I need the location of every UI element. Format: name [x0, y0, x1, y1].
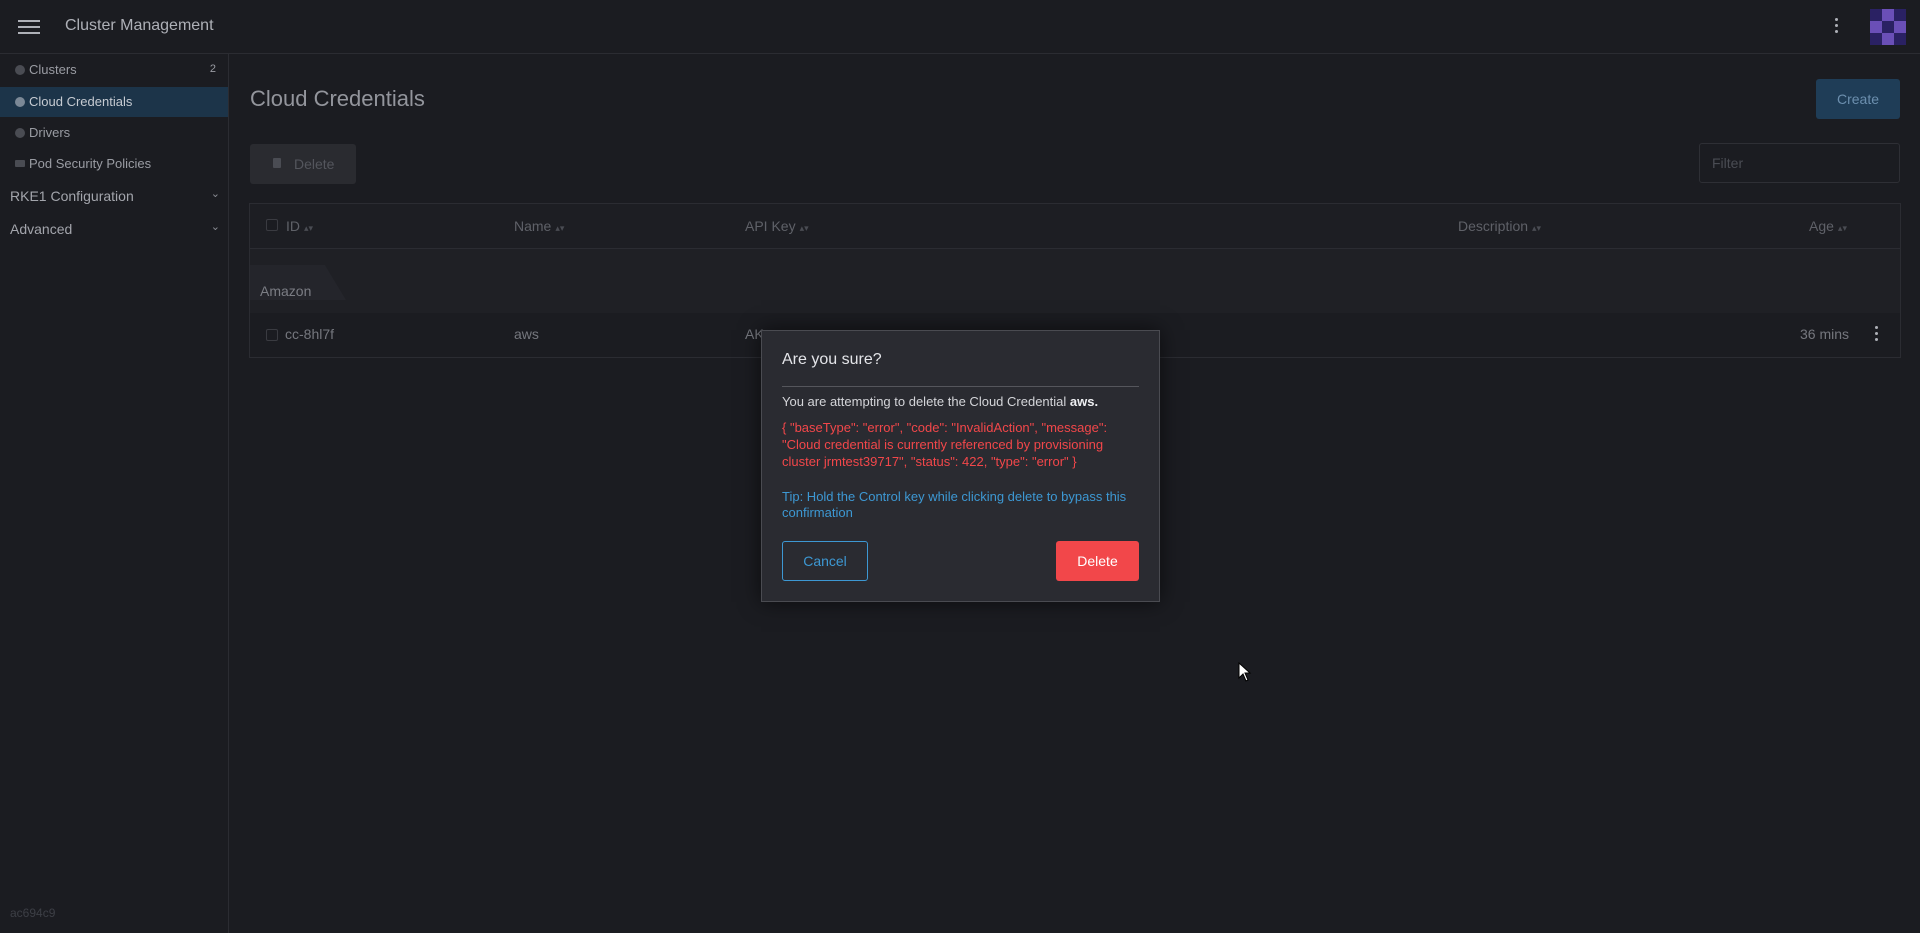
- cancel-button[interactable]: Cancel: [782, 541, 868, 581]
- cell-id[interactable]: cc-8hl7f: [285, 326, 334, 342]
- column-header-age[interactable]: Age ▴▾: [1809, 218, 1847, 234]
- page-title: Cloud Credentials: [250, 86, 425, 111]
- dialog-error-message: { "baseType": "error", "code": "InvalidA…: [782, 420, 1108, 469]
- chevron-down-icon: ⌄: [210, 221, 220, 233]
- dialog-tip: Tip: Hold the Control key while clicking…: [782, 489, 1127, 520]
- hamburger-icon[interactable]: [18, 17, 40, 37]
- bulk-delete-button[interactable]: Delete: [250, 144, 356, 184]
- sidebar-item-clusters[interactable]: Clusters 2: [0, 55, 228, 85]
- sidebar: Clusters 2 Cloud Credentials Drivers Pod…: [0, 54, 229, 933]
- bulk-delete-label: Delete: [294, 156, 335, 172]
- column-header-label: API Key: [745, 218, 796, 234]
- filter-input[interactable]: [1699, 143, 1900, 183]
- sidebar-item-label: Drivers: [29, 125, 71, 140]
- chevron-down-icon: ⌄: [210, 188, 220, 200]
- column-header-id[interactable]: ID ▴▾: [286, 218, 313, 234]
- dialog-title: Are you sure?: [782, 351, 882, 368]
- sidebar-item-label: Cloud Credentials: [29, 94, 133, 109]
- sidebar-item-cloud-credentials[interactable]: Cloud Credentials: [0, 87, 228, 117]
- trash-icon: [273, 158, 281, 168]
- dialog-divider: [782, 386, 1139, 387]
- confirm-delete-dialog: Are you sure? You are attempting to dele…: [761, 330, 1160, 602]
- row-checkbox[interactable]: [266, 329, 278, 341]
- group-row: [250, 249, 1900, 313]
- column-header-label: Name: [514, 218, 552, 234]
- sort-icon: ▴▾: [304, 223, 314, 233]
- column-header-label: ID: [286, 218, 300, 234]
- select-all-checkbox[interactable]: [266, 219, 278, 231]
- kebab-vertical-icon[interactable]: [1830, 15, 1842, 39]
- cell-name: aws: [514, 326, 539, 342]
- folder-icon: [15, 160, 25, 167]
- top-header: Cluster Management: [0, 0, 1920, 54]
- sort-icon: ▴▾: [555, 223, 565, 233]
- sidebar-item-drivers[interactable]: Drivers: [0, 118, 228, 148]
- circle-icon: [15, 128, 25, 138]
- mouse-cursor-icon: [1238, 662, 1252, 682]
- sidebar-item-count: 2: [209, 63, 216, 75]
- group-label: Amazon: [260, 283, 312, 299]
- confirm-delete-button[interactable]: Delete: [1056, 541, 1139, 581]
- dialog-message-prefix: You are attempting to delete the Cloud C…: [782, 394, 1067, 409]
- sidebar-group-rke1-configuration[interactable]: RKE1 Configuration ⌄: [10, 182, 220, 210]
- sort-icon: ▴▾: [1837, 223, 1847, 233]
- sidebar-item-pod-security-policies[interactable]: Pod Security Policies: [0, 149, 228, 179]
- version-label: ac694c9: [10, 906, 56, 920]
- dialog-message: You are attempting to delete the Cloud C…: [782, 394, 1142, 409]
- create-button[interactable]: Create: [1816, 79, 1900, 119]
- column-header-label: Age: [1809, 218, 1834, 234]
- sidebar-group-label: RKE1 Configuration: [10, 188, 134, 204]
- column-header-label: Description: [1458, 218, 1529, 234]
- cell-age: 36 mins: [1800, 326, 1850, 342]
- circle-icon: [15, 65, 25, 75]
- sidebar-item-label: Pod Security Policies: [29, 156, 152, 171]
- dialog-message-target: aws.: [1069, 394, 1099, 409]
- sidebar-group-label: Advanced: [10, 221, 73, 237]
- sort-icon: ▴▾: [799, 223, 809, 233]
- sidebar-item-label: Clusters: [29, 62, 77, 77]
- sort-icon: ▴▾: [1532, 223, 1542, 233]
- column-header-api-key[interactable]: API Key ▴▾: [745, 218, 809, 234]
- sidebar-group-advanced[interactable]: Advanced ⌄: [10, 215, 220, 243]
- row-actions-kebab-icon[interactable]: [1871, 323, 1881, 345]
- table-header: ID ▴▾ Name ▴▾ API Key ▴▾ Description ▴▾ Age ▴…: [250, 204, 1900, 249]
- user-avatar-icon[interactable]: [1870, 9, 1906, 45]
- column-header-name[interactable]: Name ▴▾: [514, 218, 564, 234]
- column-header-description[interactable]: Description ▴▾: [1458, 218, 1541, 234]
- app-title: Cluster Management: [65, 17, 214, 34]
- circle-icon: [15, 97, 25, 107]
